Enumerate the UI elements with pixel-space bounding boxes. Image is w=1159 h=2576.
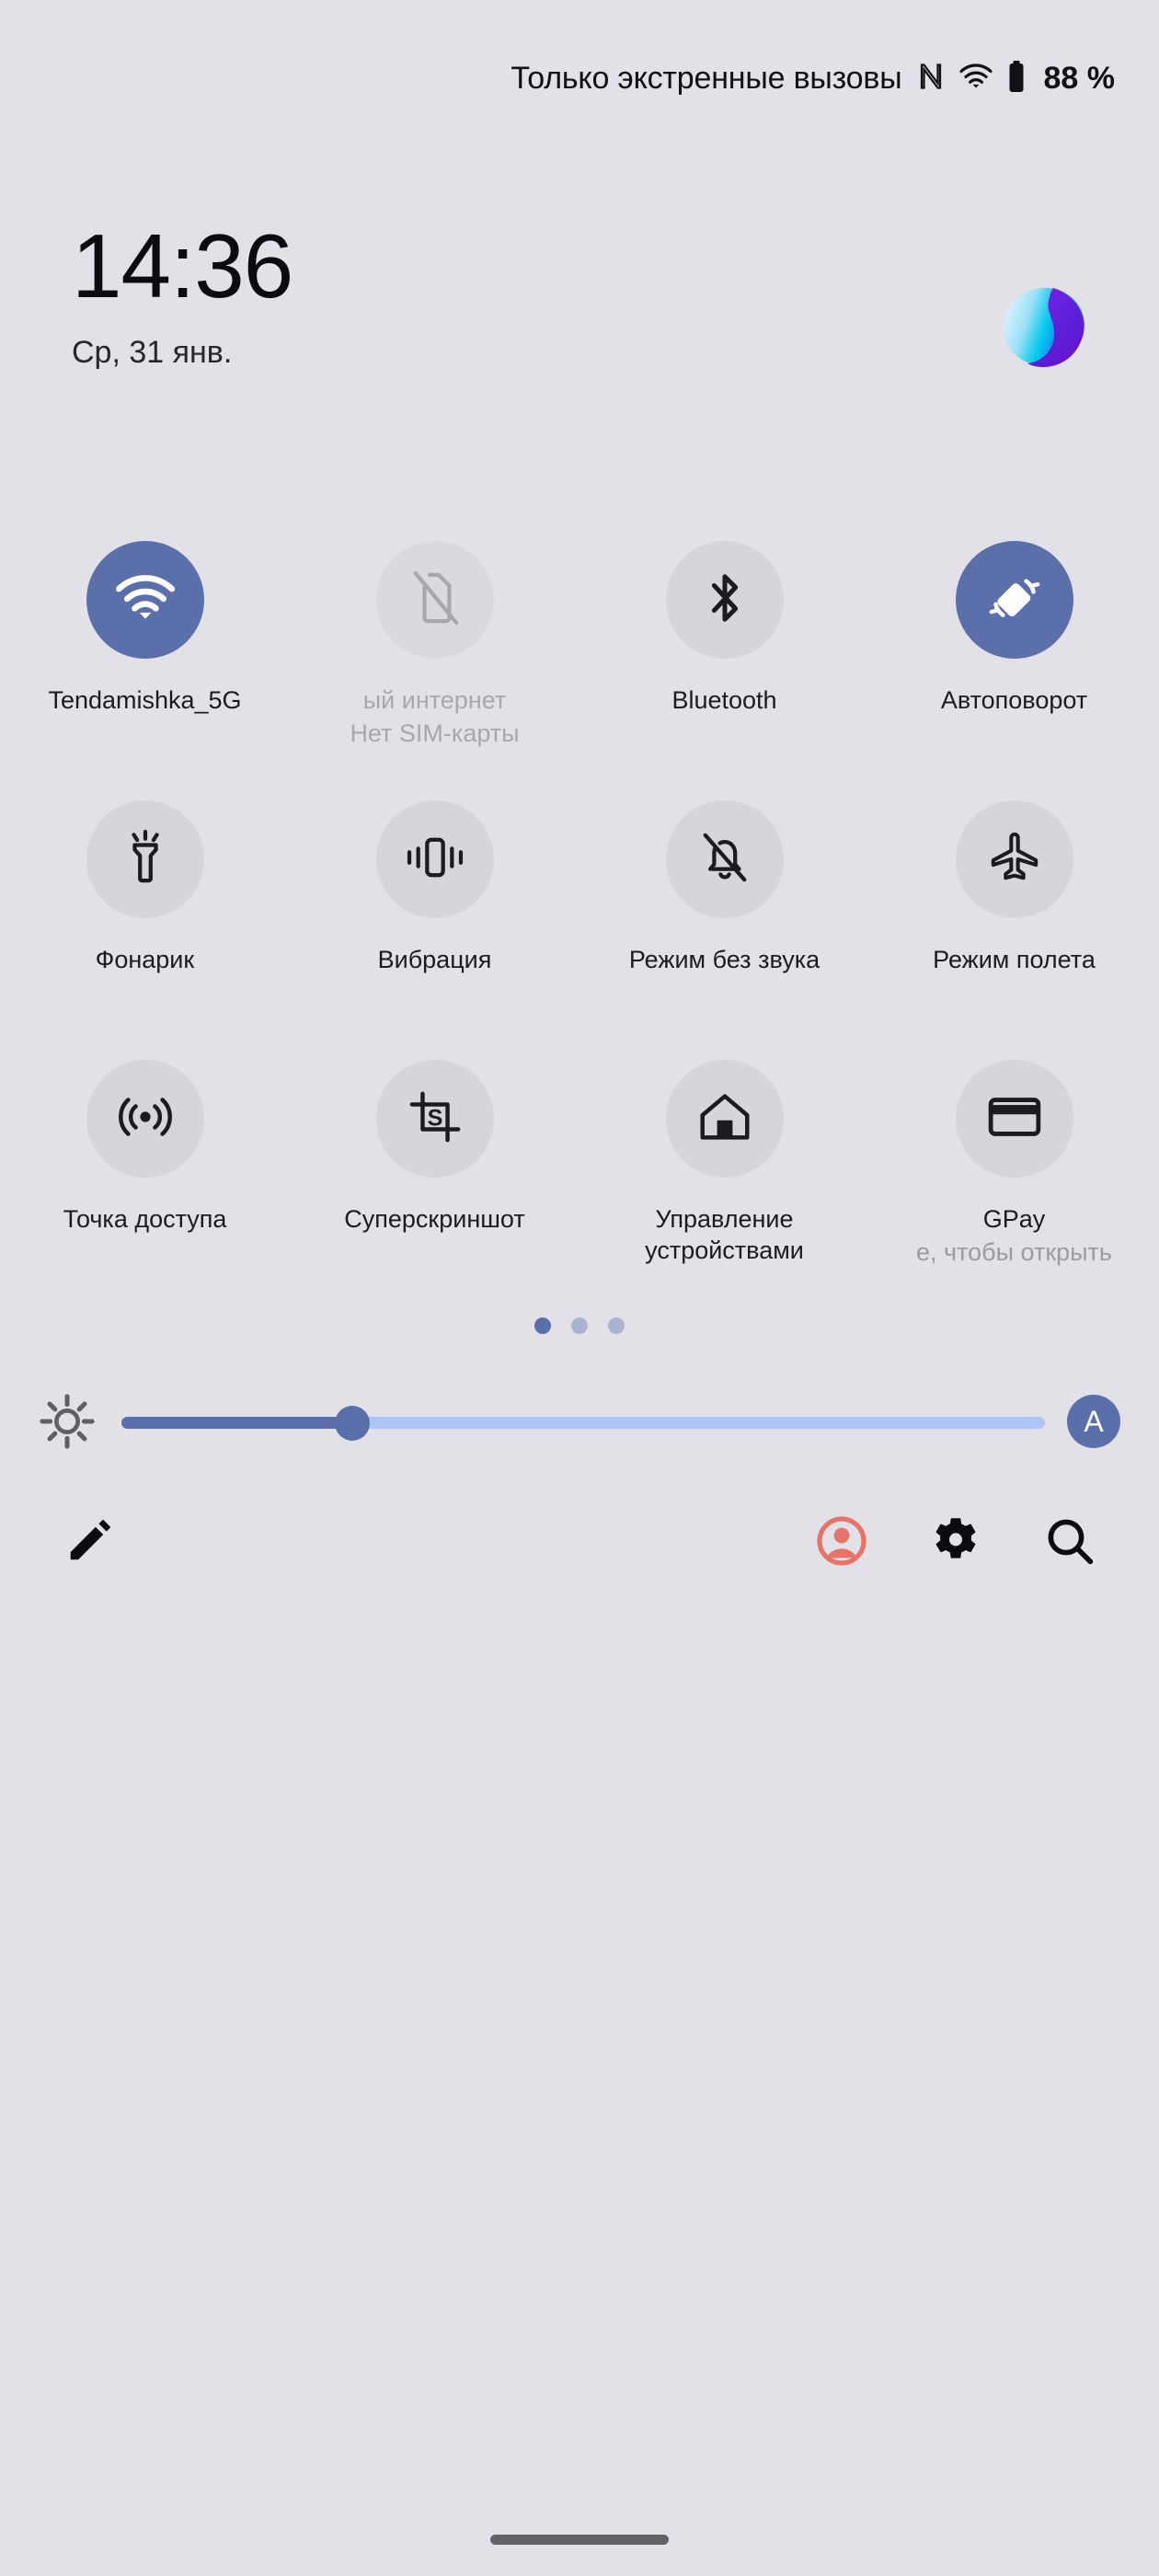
gesture-navigation-bar[interactable]: [490, 2535, 669, 2545]
wifi-icon: [115, 573, 176, 627]
brightness-slider-fill: [121, 1417, 352, 1429]
tile-gpay-sub: е, чтобы открыть: [916, 1238, 1112, 1267]
flashlight-icon: [120, 829, 170, 891]
auto-rotate-icon: [986, 569, 1043, 631]
pencil-edit-icon[interactable]: [61, 1512, 118, 1570]
quick-settings-panel: Только экстренные вызовы 88 % 14:36 Ср, …: [0, 0, 1159, 2576]
clock-block: 14:36 Ср, 31 янв.: [72, 221, 293, 371]
tile-mobile-data-label: ый интернет: [362, 686, 507, 714]
brightness-slider[interactable]: [121, 1406, 1045, 1441]
clock-date: Ср, 31 янв.: [72, 335, 233, 370]
page-dot-1[interactable]: [534, 1317, 551, 1334]
tile-auto-rotate[interactable]: Автоповорот: [869, 534, 1159, 793]
home-icon: [697, 1091, 752, 1147]
search-icon[interactable]: [1041, 1512, 1098, 1570]
brightness-row: A: [0, 1371, 1159, 1472]
tile-silent-mode-circle[interactable]: [665, 800, 784, 918]
tile-silent-mode[interactable]: Режим без звука: [580, 793, 869, 1052]
tile-flashlight-circle[interactable]: [86, 800, 204, 918]
tile-mobile-data-circle[interactable]: [375, 541, 494, 659]
tile-airplane-mode-label: Режим полета: [933, 946, 1096, 973]
tile-gpay-label: GPay: [982, 1205, 1046, 1233]
bell-off-icon: [698, 830, 752, 890]
tile-auto-rotate-circle[interactable]: [955, 541, 1073, 659]
wifi-icon: [958, 63, 993, 95]
tile-mobile-data[interactable]: ый интернет Нет SIM-карты: [290, 534, 580, 793]
tile-silent-mode-label: Режим без звука: [628, 946, 820, 973]
vibration-icon: [405, 833, 465, 887]
footer-right-group: [813, 1512, 1098, 1570]
tile-hotspot[interactable]: Точка доступа: [0, 1052, 290, 1312]
tile-vibration[interactable]: Вибрация: [290, 793, 580, 1052]
tile-device-control-label: Управление устройствами: [645, 1205, 804, 1265]
tile-gpay-circle[interactable]: [955, 1060, 1073, 1178]
tile-airplane-mode-circle[interactable]: [955, 800, 1073, 918]
tile-bluetooth-label: Bluetooth: [671, 686, 777, 714]
tile-device-control[interactable]: Управление устройствами: [580, 1052, 869, 1312]
tile-flashlight[interactable]: Фонарик: [0, 793, 290, 1052]
brightness-sun-icon: [39, 1393, 96, 1450]
carrier-status-text: Только экстренные вызовы: [511, 60, 902, 96]
tile-hotspot-label: Точка доступа: [63, 1205, 227, 1233]
status-icon-group: 88 %: [917, 60, 1116, 98]
tile-airplane-mode[interactable]: Режим полета: [869, 793, 1159, 1052]
tile-gpay[interactable]: GPay е, чтобы открыть: [869, 1052, 1159, 1312]
quick-settings-footer: [0, 1490, 1159, 1592]
brightness-slider-thumb[interactable]: [335, 1406, 370, 1441]
svg-text:S: S: [427, 1105, 442, 1131]
footer-left-group: [61, 1512, 118, 1570]
tile-bluetooth-circle[interactable]: [665, 541, 784, 659]
tile-vibration-circle[interactable]: [375, 800, 494, 918]
tile-flashlight-label: Фонарик: [95, 946, 195, 973]
gear-icon[interactable]: [927, 1512, 984, 1570]
auto-brightness-button[interactable]: A: [1067, 1395, 1120, 1448]
tile-bluetooth[interactable]: Bluetooth: [580, 534, 869, 793]
bluetooth-icon: [701, 569, 749, 631]
tile-mobile-data-sub: Нет SIM-карты: [350, 719, 520, 748]
screenshot-s-icon: S: [408, 1090, 462, 1148]
tile-wifi[interactable]: Tendamishka_5G: [0, 534, 290, 793]
user-account-icon[interactable]: [813, 1512, 870, 1570]
tile-hotspot-circle[interactable]: [86, 1060, 204, 1178]
tile-superscreenshot[interactable]: S Суперскриншот: [290, 1052, 580, 1312]
tile-wifi-circle[interactable]: [86, 541, 204, 659]
airplane-icon: [988, 831, 1041, 889]
page-dot-3[interactable]: [608, 1317, 625, 1334]
tile-superscreenshot-circle[interactable]: S: [375, 1060, 494, 1178]
credit-card-icon: [987, 1095, 1042, 1144]
battery-icon: [1007, 60, 1026, 98]
tile-device-control-circle[interactable]: [665, 1060, 784, 1178]
page-indicator[interactable]: [0, 1317, 1159, 1334]
tile-vibration-label: Вибрация: [377, 946, 492, 973]
tile-superscreenshot-label: Суперскриншот: [344, 1205, 525, 1233]
clock-time: 14:36: [72, 215, 293, 316]
tile-auto-rotate-label: Автоповорот: [940, 686, 1088, 714]
tile-wifi-label: Tendamishka_5G: [48, 686, 242, 714]
page-dot-2[interactable]: [571, 1317, 588, 1334]
battery-percent-label: 88 %: [1043, 60, 1116, 96]
assistant-blob-icon[interactable]: [1001, 283, 1087, 368]
quick-settings-tile-grid: Tendamishka_5G ый интернет Нет SIM-карты: [0, 534, 1159, 1312]
nfc-icon: [917, 61, 945, 97]
sim-off-icon: [408, 569, 462, 631]
hotspot-icon: [118, 1093, 173, 1145]
status-bar: Только экстренные вызовы 88 %: [0, 0, 1159, 156]
